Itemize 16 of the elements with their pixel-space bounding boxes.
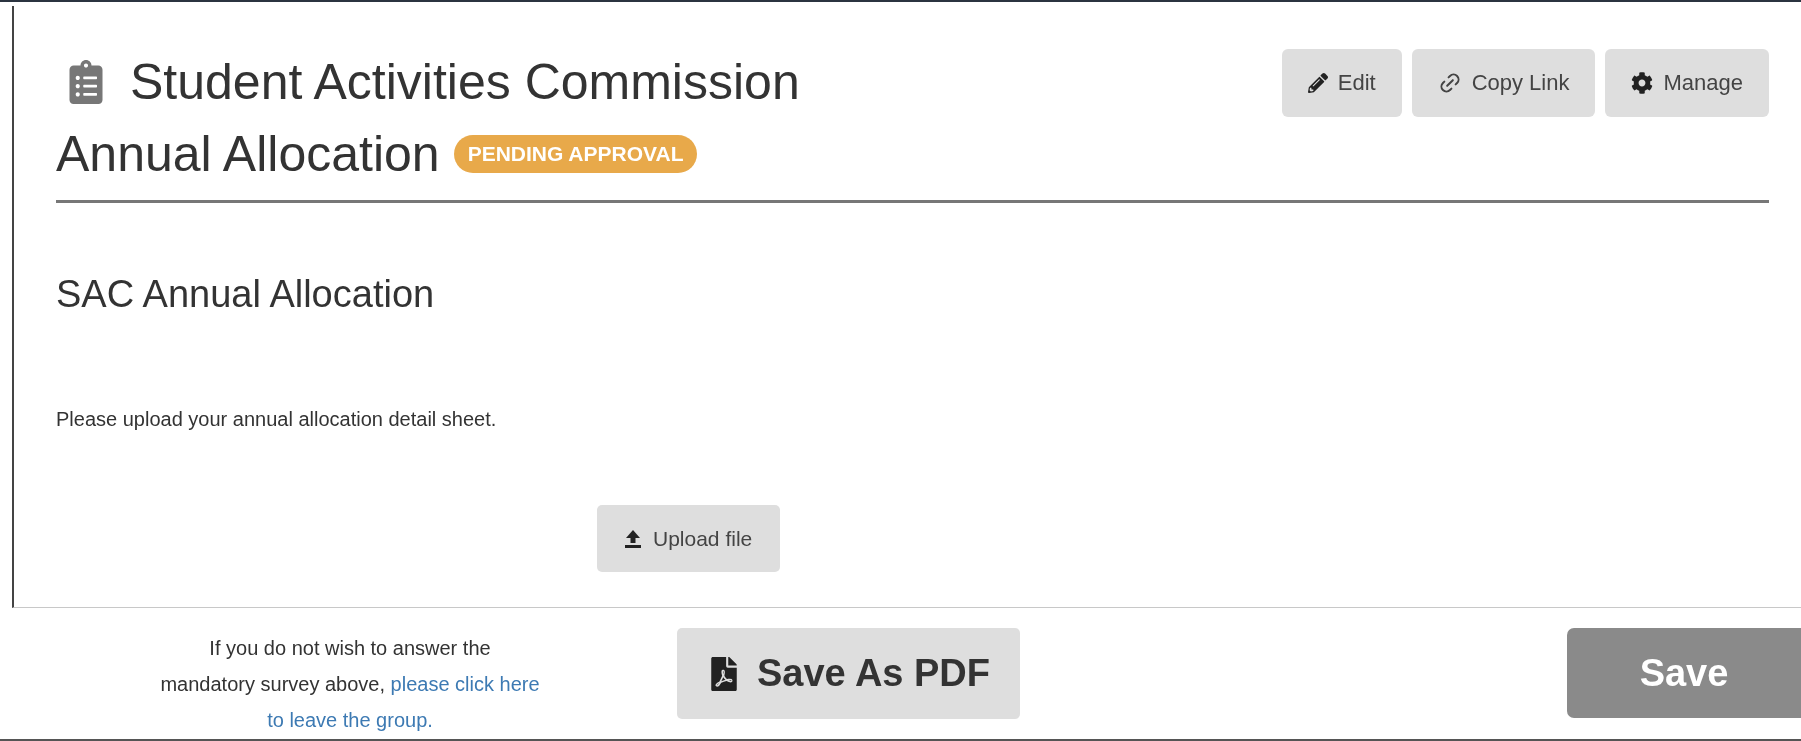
save-pdf-button[interactable]: Save As PDF bbox=[677, 628, 1021, 719]
leave-group-link[interactable]: to leave the group. bbox=[267, 709, 433, 731]
section-heading: SAC Annual Allocation bbox=[56, 273, 436, 316]
link-button[interactable]: Copy Link bbox=[1411, 49, 1596, 117]
status-badge: PENDING APPROVAL bbox=[453, 135, 698, 173]
upload-prompt: Please upload your annual allocation detail sheet. bbox=[56, 408, 498, 431]
leave-group-link[interactable]: please click here bbox=[390, 673, 540, 695]
pencil-icon bbox=[1307, 73, 1328, 93]
settings-icon bbox=[1631, 72, 1654, 94]
leave-group-notice: If you do not wish to answer the mandatory survey above, please click here to leave the group. bbox=[159, 636, 541, 733]
upload-file-button[interactable]: Upload file bbox=[597, 505, 781, 572]
edit-button[interactable]: Edit bbox=[1281, 49, 1402, 117]
upload-icon bbox=[625, 529, 641, 548]
page-title: Annual Allocation bbox=[56, 125, 440, 184]
manage-button[interactable]: Manage bbox=[1605, 49, 1769, 117]
page-title: Student Activities Commission bbox=[130, 53, 800, 112]
